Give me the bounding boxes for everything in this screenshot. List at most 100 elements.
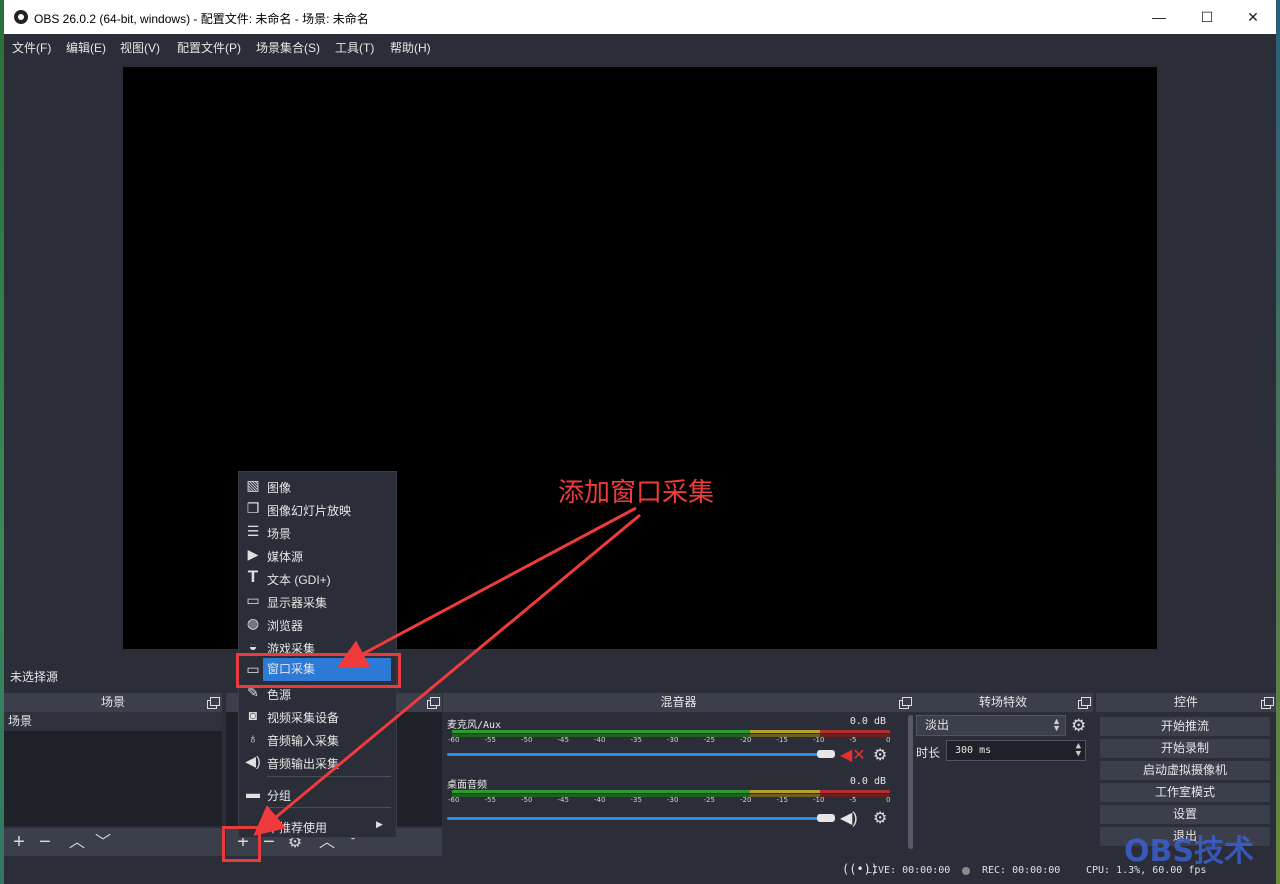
title-bar: OBS 26.0.2 (64-bit, windows) - 配置文件: 未命名… [4, 0, 1276, 34]
meter-ticks-mic: -60 -55 -50 -45 -40 -35 -30 -25 -20 -15 -10 -5 0 [448, 736, 891, 744]
menu-edit[interactable]: 编辑(E) [66, 39, 106, 56]
float-dock-icon[interactable] [899, 697, 912, 709]
meter-tick-label: -30 [667, 736, 679, 744]
meter-tick-label: -35 [630, 796, 642, 804]
scene-transitions-dock: 转场特效 淡出 ▲ ▼ ⚙ 时长 300 ms ▲ ▼ [913, 693, 1093, 857]
status-bar: ((•)) LIVE: 00:00:00 REC: 00:00:00 CPU: … [4, 858, 1276, 884]
text-icon: T [247, 567, 259, 586]
obs-logo-icon [14, 10, 28, 24]
duration-input[interactable]: 300 ms ▲ ▼ [946, 740, 1086, 761]
add-scene-button[interactable]: + [8, 831, 30, 853]
meter-tick-label: -25 [703, 796, 715, 804]
speaker-icon: ◀) [245, 753, 261, 769]
menu-item-image[interactable]: ▧ 图像 [239, 474, 396, 497]
track-db-mic: 0.0 dB [849, 716, 886, 727]
meter-tick-label: -15 [776, 796, 788, 804]
float-dock-icon[interactable] [1261, 697, 1274, 709]
meter-tick-label: -15 [776, 736, 788, 744]
menu-item-video-capture-device[interactable]: ◙ 视频采集设备 [239, 704, 396, 727]
meter-tick-label: -20 [740, 736, 752, 744]
transition-select-value: 淡出 [925, 718, 950, 732]
menu-file[interactable]: 文件(F) [12, 39, 51, 56]
menu-item-image-slideshow[interactable]: ❐ 图像幻灯片放映 [239, 497, 396, 520]
audio-mixer-dock: 混音器 麦克风/Aux 0.0 dB -60 -55 -50 -45 -40 -35 -30… [443, 693, 914, 857]
speaker-icon[interactable]: ◀) [840, 808, 858, 828]
float-dock-icon[interactable] [207, 697, 220, 709]
menu-item-display-capture[interactable]: ▭ 显示器采集 [239, 589, 396, 612]
minimize-button[interactable]: — [1136, 0, 1182, 34]
menu-item-audio-output-capture[interactable]: ◀) 音频输出采集 [239, 750, 396, 773]
remove-scene-button[interactable]: − [34, 831, 56, 853]
menu-bar: 文件(F) 编辑(E) 视图(V) 配置文件(P) 场景集合(S) 工具(T) … [4, 34, 1276, 58]
watermark-logo: OBS技术 [1124, 834, 1254, 869]
maximize-button[interactable]: ☐ [1184, 0, 1230, 34]
menu-item-text-gdi[interactable]: T 文本 (GDI+) [239, 566, 396, 589]
studio-mode-button[interactable]: 工作室模式 [1100, 783, 1270, 802]
transition-settings-gear-icon[interactable]: ⚙ [1071, 716, 1086, 736]
mixer-dock-title: 混音器 [443, 693, 914, 712]
scenes-list: 场景 [4, 712, 222, 826]
menu-scene-collection[interactable]: 场景集合(S) [256, 39, 320, 56]
menu-profile[interactable]: 配置文件(P) [177, 39, 241, 56]
select-arrows-icon: ▲ ▼ [1052, 716, 1061, 733]
transitions-dock-title: 转场特效 [913, 693, 1093, 712]
scenes-dock: 场景 场景 + − ︿ ﹀ [4, 693, 222, 857]
volume-meter-mic [452, 730, 890, 733]
track-name-desktop: 桌面音频 [447, 780, 487, 791]
annotation-highlight-window-capture [236, 653, 401, 688]
desktop-settings-gear-icon[interactable]: ⚙ [873, 808, 887, 828]
volume-slider-knob[interactable] [817, 750, 835, 758]
close-button[interactable]: ✕ [1230, 0, 1276, 34]
menu-separator [267, 776, 391, 777]
float-dock-icon[interactable] [427, 697, 440, 709]
source-status-bar: 未选择源 [4, 660, 1276, 690]
start-streaming-button[interactable]: 开始推流 [1100, 717, 1270, 736]
menu-item-scene[interactable]: ☰ 场景 [239, 520, 396, 543]
volume-slider-desktop[interactable] [447, 814, 835, 822]
menu-item-browser[interactable]: ◍ 浏览器 [239, 612, 396, 635]
menu-item-group[interactable]: ▬ 分组 [239, 782, 396, 805]
muted-speaker-icon[interactable]: ◀✕ [840, 745, 866, 765]
volume-slider-mic[interactable] [447, 750, 835, 758]
meter-tick-label: -55 [484, 736, 496, 744]
menu-tools[interactable]: 工具(T) [335, 39, 374, 56]
spinbox-arrows-icon[interactable]: ▲ ▼ [1076, 742, 1081, 759]
image-icon: ▧ [246, 477, 260, 493]
start-virtual-camera-button[interactable]: 启动虚拟摄像机 [1100, 761, 1270, 780]
scene-list-item[interactable]: 场景 [4, 712, 222, 731]
start-recording-button[interactable]: 开始录制 [1100, 739, 1270, 758]
settings-button[interactable]: 设置 [1100, 805, 1270, 824]
meter-tick-label: -60 [448, 796, 460, 804]
meter-tick-label: -5 [849, 796, 857, 804]
meter-tick-label: -30 [667, 796, 679, 804]
menu-item-media-source[interactable]: ▶ 媒体源 [239, 543, 396, 566]
move-scene-up-button[interactable]: ︿ [66, 832, 88, 854]
play-icon: ▶ [247, 546, 259, 562]
live-timer: LIVE: 00:00:00 [866, 865, 951, 876]
meter-tick-label: -35 [630, 736, 642, 744]
meter-tick-label: -40 [594, 796, 606, 804]
menu-view[interactable]: 视图(V) [120, 39, 160, 56]
globe-icon: ◍ [246, 615, 260, 631]
menu-item-deprecated[interactable]: 不推荐使用 ▶ [239, 814, 396, 837]
menu-item-audio-input-capture[interactable]: ♁ 音频输入采集 [239, 727, 396, 750]
mic-settings-gear-icon[interactable]: ⚙ [873, 745, 887, 765]
float-dock-icon[interactable] [1078, 697, 1091, 709]
transition-select[interactable]: 淡出 ▲ ▼ [916, 715, 1066, 736]
track-db-desktop: 0.0 dB [849, 776, 886, 787]
obs-main-window: OBS 26.0.2 (64-bit, windows) - 配置文件: 未命名… [4, 0, 1276, 884]
preview-area [4, 58, 1276, 660]
meter-tick-label: -25 [703, 736, 715, 744]
meter-tick-label: -20 [740, 796, 752, 804]
meter-tick-label: -45 [557, 796, 569, 804]
folder-icon: ▬ [246, 785, 260, 801]
menu-separator [267, 807, 391, 808]
meter-tick-label: 0 [886, 736, 891, 744]
meter-tick-label: -40 [594, 736, 606, 744]
gamepad-icon: ◒ [248, 638, 258, 654]
submenu-arrow-icon: ▶ [376, 819, 383, 829]
menu-help[interactable]: 帮助(H) [390, 39, 431, 56]
volume-slider-knob[interactable] [817, 814, 835, 822]
move-scene-down-button[interactable]: ﹀ [92, 832, 114, 854]
meter-tick-label: -10 [813, 796, 825, 804]
